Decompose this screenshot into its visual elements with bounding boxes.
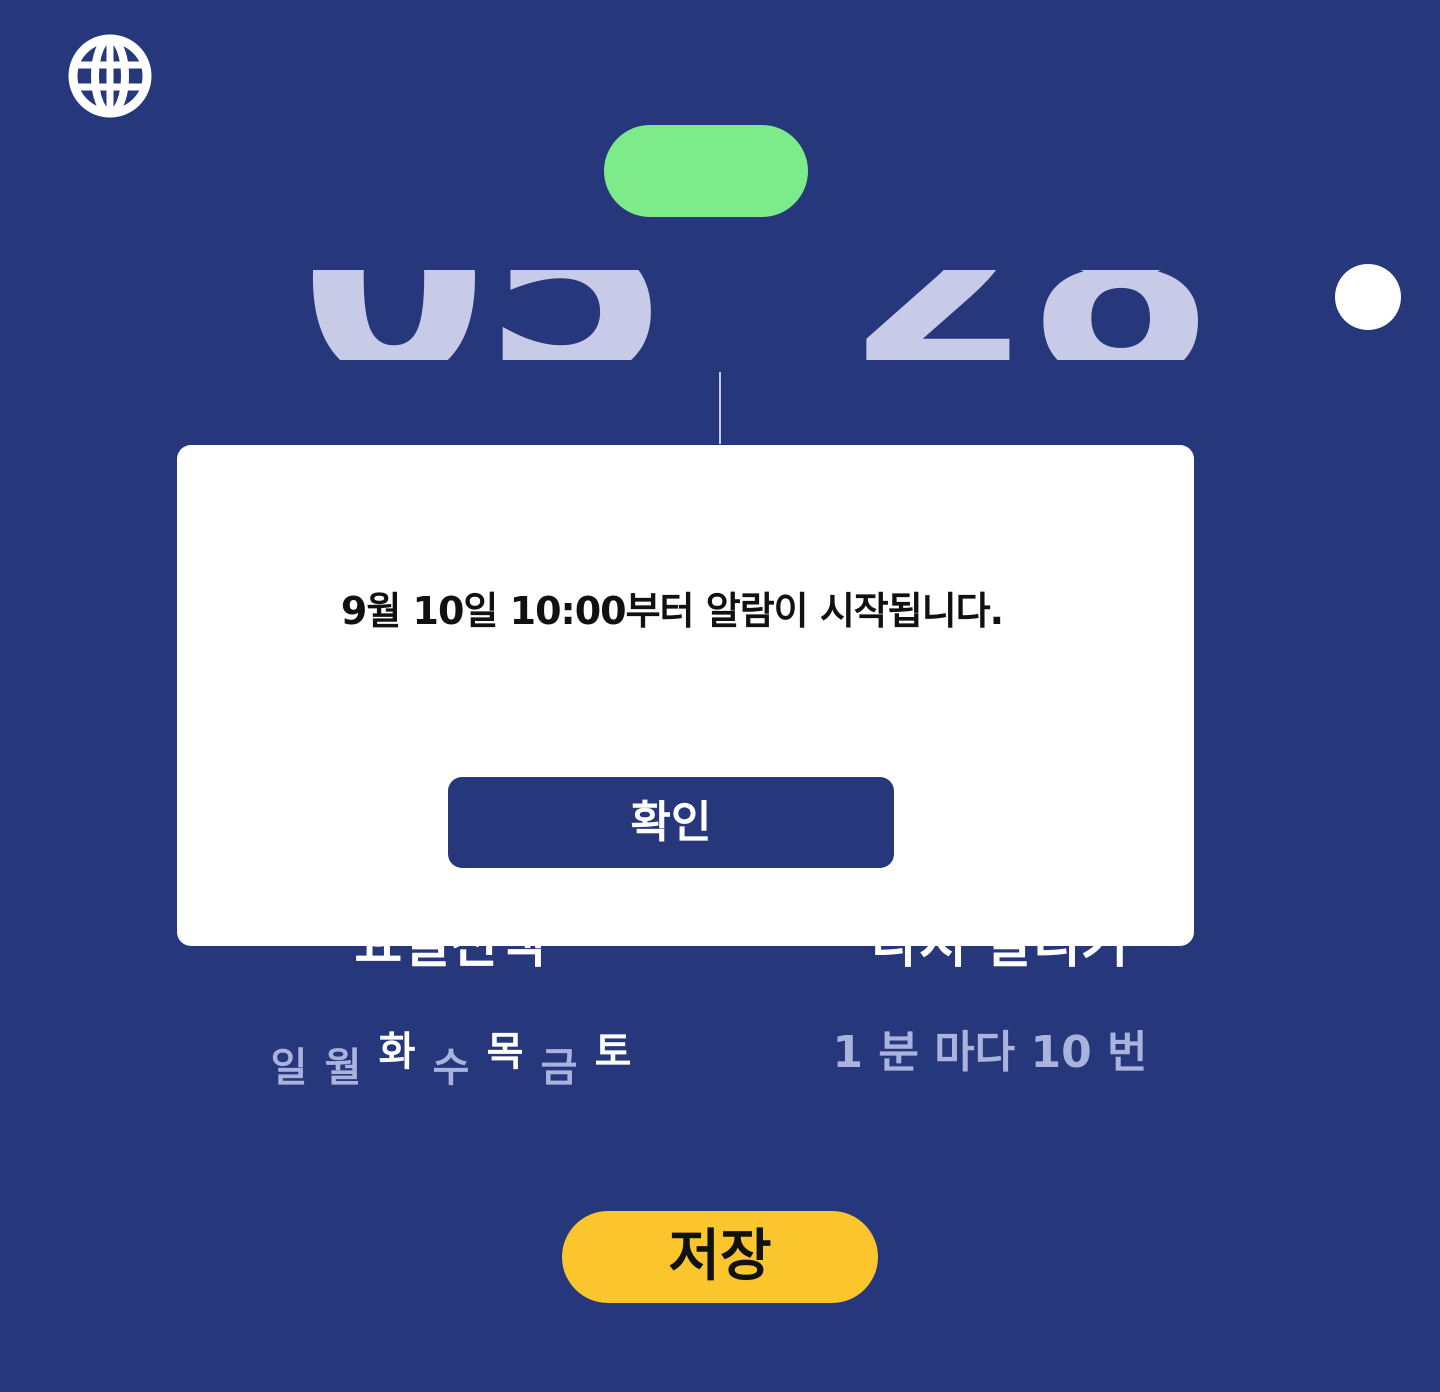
confirmation-dialog: 9월 10일 10:00부터 알람이 시작됩니다. 확인 [177, 445, 1194, 946]
day-selector: 일 월 화 수 목 금 토 [262, 1020, 642, 1110]
dialog-message: 9월 10일 10:00부터 알람이 시작됩니다. [340, 589, 1004, 633]
save-button[interactable]: 저장 [562, 1211, 878, 1303]
day-thursday[interactable]: 목 [478, 1028, 532, 1076]
repeat-section-header: 요일선택 [300, 945, 600, 973]
day-tuesday[interactable]: 화 [370, 1028, 424, 1076]
snooze-setting[interactable]: 1 분 마다 10 번 [820, 1026, 1160, 1080]
day-monday[interactable]: 월 [316, 1044, 370, 1092]
day-wednesday[interactable]: 수 [424, 1044, 478, 1092]
confirm-button[interactable]: 확인 [448, 777, 894, 868]
repeat-title: 요일선택 [300, 945, 600, 973]
day-saturday[interactable]: 토 [586, 1028, 640, 1076]
day-friday[interactable]: 금 [532, 1044, 586, 1092]
minute-value[interactable]: 28 [845, 270, 1215, 360]
alarm-toggle[interactable] [604, 125, 1401, 330]
snooze-title: 다시 알리기 [820, 945, 1180, 973]
globe-icon[interactable] [68, 34, 152, 118]
snooze-section-header: 다시 알리기 [820, 945, 1180, 973]
time-display: 05 28 [0, 270, 1440, 360]
day-sunday[interactable]: 일 [262, 1044, 316, 1092]
time-divider [719, 372, 721, 444]
hour-value[interactable]: 05 [300, 270, 670, 360]
